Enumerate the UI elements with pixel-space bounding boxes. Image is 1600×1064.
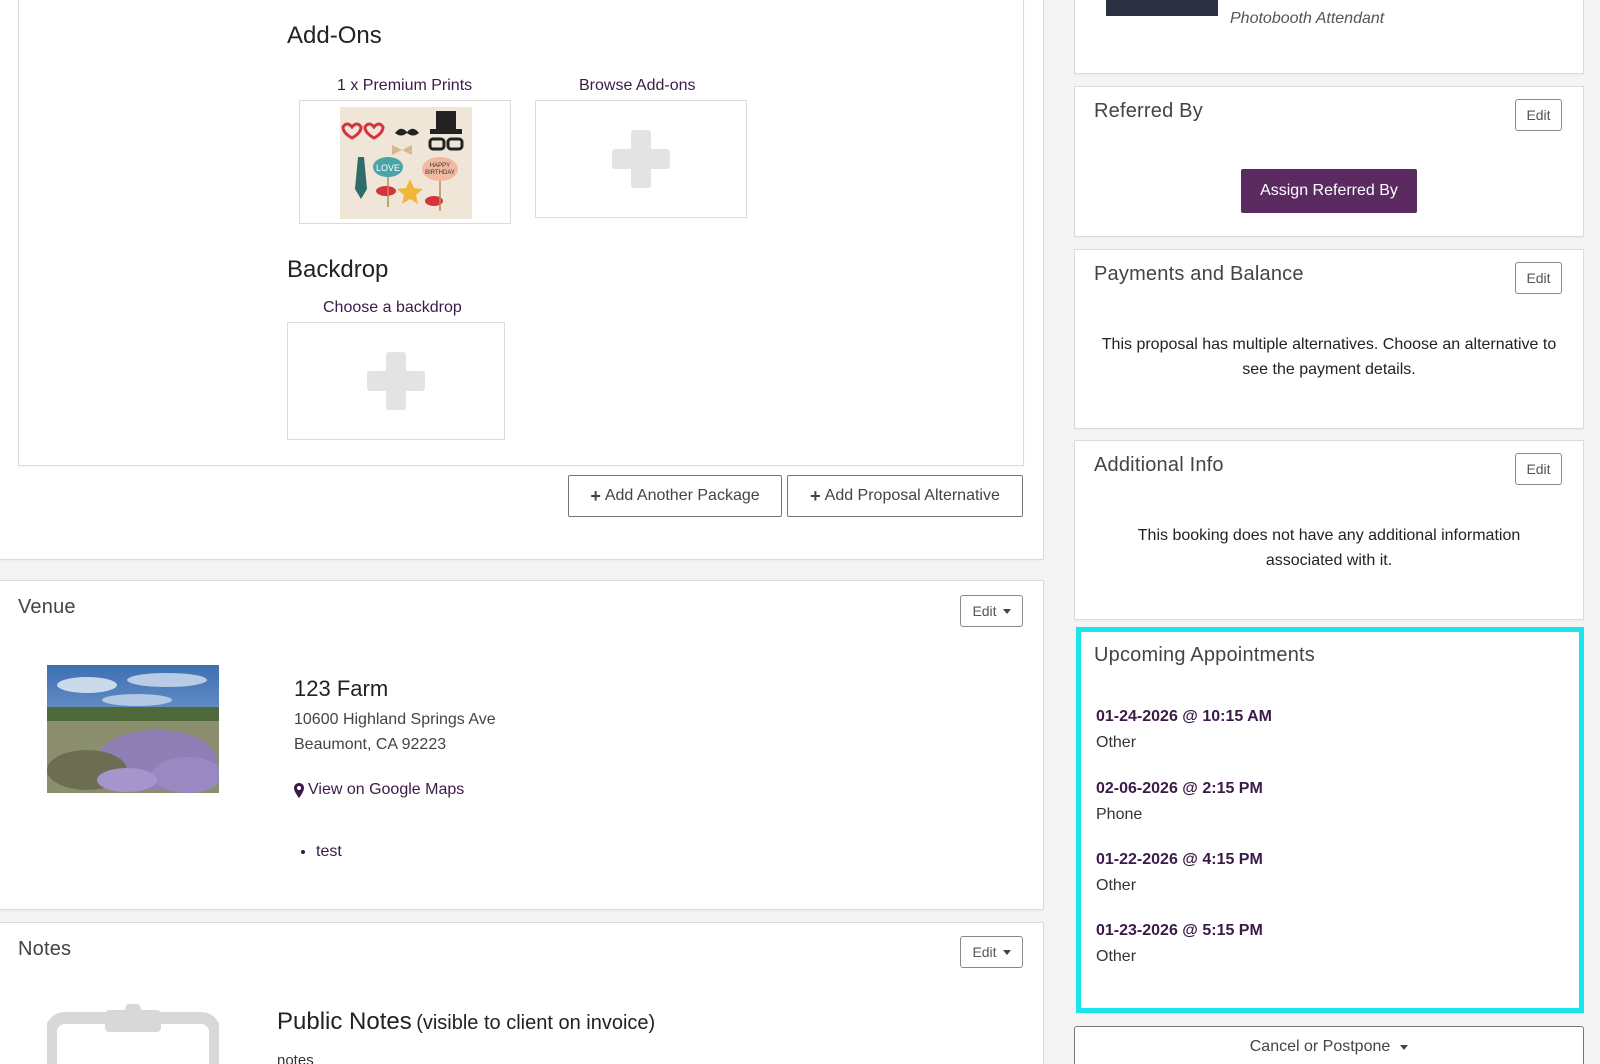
public-notes-title: Public Notes — [277, 1008, 412, 1035]
appointment-datetime[interactable]: 01-24-2026 @ 10:15 AM — [1096, 708, 1272, 726]
add-plus-icon — [612, 130, 670, 188]
browse-addons-tile[interactable] — [535, 100, 747, 218]
plus-icon: + — [810, 485, 821, 506]
view-google-maps-label: View on Google Maps — [308, 781, 465, 798]
addons-heading: Add-Ons — [287, 22, 382, 49]
venue-address-line1: 10600 Highland Springs Ave — [294, 711, 496, 728]
map-marker-icon — [294, 782, 304, 798]
caret-down-icon — [1002, 608, 1011, 614]
choose-backdrop-tile[interactable] — [287, 322, 505, 440]
additional-info-edit-button[interactable]: Edit — [1515, 453, 1562, 485]
choose-backdrop-link[interactable]: Choose a backdrop — [323, 299, 462, 317]
edit-label: Edit — [972, 944, 997, 960]
referred-by-title: Referred By — [1094, 100, 1203, 122]
public-notes-subtitle: (visible to client on invoice) — [416, 1012, 656, 1034]
cancel-postpone-dropdown[interactable]: Cancel or Postpone — [1074, 1026, 1584, 1064]
birthday-prop-text: BIRTHDAY — [425, 170, 455, 176]
additional-info-title: Additional Info — [1094, 454, 1224, 476]
venue-edit-dropdown[interactable]: Edit — [960, 595, 1023, 627]
appointment-datetime[interactable]: 02-06-2026 @ 2:15 PM — [1096, 780, 1263, 798]
notes-title: Notes — [18, 938, 72, 960]
list-item: test — [316, 843, 342, 861]
backdrop-heading: Backdrop — [287, 256, 389, 283]
payments-title: Payments and Balance — [1094, 263, 1304, 285]
appointment-datetime[interactable]: 01-23-2026 @ 5:15 PM — [1096, 922, 1263, 940]
appointment-type: Other — [1096, 734, 1137, 751]
payments-message: This proposal has multiple alternatives.… — [1101, 336, 1557, 378]
add-proposal-alternative-label: Add Proposal Alternative — [824, 487, 1000, 504]
staff-photo — [1106, 0, 1218, 16]
appointment-datetime[interactable]: 01-22-2026 @ 4:15 PM — [1096, 851, 1263, 869]
browse-addons-link[interactable]: Browse Add-ons — [579, 77, 696, 95]
happy-prop-text: HAPPY — [430, 163, 450, 169]
venue-address-line2: Beaumont, CA 92223 — [294, 736, 447, 753]
caret-down-icon — [1002, 949, 1011, 955]
staff-role: Photobooth Attendant — [1230, 10, 1385, 27]
love-prop-text: LOVE — [376, 163, 400, 173]
assign-referred-by-button[interactable]: Assign Referred By — [1241, 169, 1417, 213]
photo-props-image: LOVE HAPPY BIRTHDAY — [340, 107, 472, 219]
add-another-package-button[interactable]: + Add Another Package — [568, 475, 782, 517]
edit-label: Edit — [972, 603, 997, 619]
clipboard-icon — [47, 1004, 219, 1064]
notes-edit-dropdown[interactable]: Edit — [960, 936, 1023, 968]
public-notes-heading: Public Notes (visible to client on invoi… — [277, 1008, 655, 1036]
view-google-maps-link[interactable]: View on Google Maps — [294, 781, 464, 799]
add-plus-icon — [367, 352, 425, 410]
appointment-type: Other — [1096, 948, 1137, 965]
venue-title: Venue — [18, 596, 76, 618]
venue-name: 123 Farm — [294, 676, 389, 701]
caret-down-icon — [1400, 1045, 1409, 1050]
upcoming-appointments-panel — [1076, 627, 1584, 1013]
plus-icon: + — [590, 485, 601, 506]
add-proposal-alternative-button[interactable]: + Add Proposal Alternative — [787, 475, 1023, 517]
additional-info-message: This booking does not have any additiona… — [1137, 527, 1521, 569]
add-another-package-label: Add Another Package — [604, 487, 760, 504]
appointment-type: Phone — [1096, 806, 1143, 823]
addon-item-label[interactable]: 1 x Premium Prints — [337, 77, 472, 95]
cancel-postpone-label: Cancel or Postpone — [1249, 1038, 1391, 1055]
public-notes-body: notes — [277, 1052, 314, 1064]
addon-item-tile[interactable]: LOVE HAPPY BIRTHDAY — [299, 100, 511, 224]
appointment-type: Other — [1096, 877, 1137, 894]
venue-photo — [47, 665, 219, 793]
package-inner-card — [18, 0, 1024, 466]
referred-by-edit-button[interactable]: Edit — [1515, 99, 1562, 131]
venue-notes-list: test — [316, 843, 342, 861]
upcoming-appointments-title: Upcoming Appointments — [1094, 644, 1315, 666]
payments-edit-button[interactable]: Edit — [1515, 262, 1562, 294]
